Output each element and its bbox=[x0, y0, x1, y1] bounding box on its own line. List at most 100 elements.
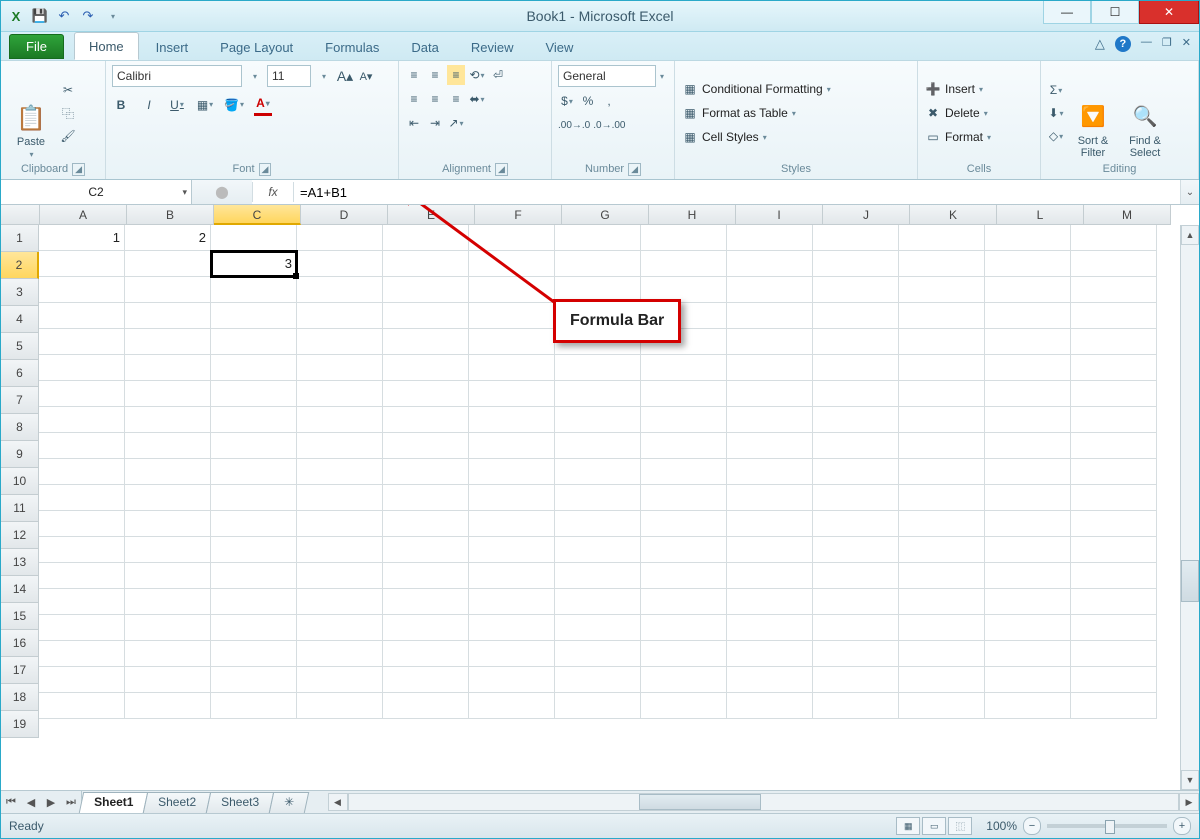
view-normal-icon[interactable]: ▦ bbox=[896, 817, 920, 835]
cell-D4[interactable] bbox=[297, 303, 383, 329]
cell-D16[interactable] bbox=[297, 615, 383, 641]
row-header-1[interactable]: 1 bbox=[1, 225, 39, 252]
cell-F13[interactable] bbox=[469, 537, 555, 563]
zoom-slider[interactable] bbox=[1047, 824, 1167, 828]
cell-B14[interactable] bbox=[125, 563, 211, 589]
cell-H6[interactable] bbox=[641, 355, 727, 381]
cell-I4[interactable] bbox=[727, 303, 813, 329]
cell-J8[interactable] bbox=[813, 407, 899, 433]
cell-L7[interactable] bbox=[985, 381, 1071, 407]
cell-F5[interactable] bbox=[469, 329, 555, 355]
sort-filter-button[interactable]: 🔽 Sort & Filter bbox=[1069, 65, 1117, 161]
cell-E11[interactable] bbox=[383, 485, 469, 511]
cell-E9[interactable] bbox=[383, 433, 469, 459]
cell-C19[interactable] bbox=[211, 693, 297, 719]
cell-K4[interactable] bbox=[899, 303, 985, 329]
cell-J6[interactable] bbox=[813, 355, 899, 381]
cell-G18[interactable] bbox=[555, 667, 641, 693]
cell-H12[interactable] bbox=[641, 511, 727, 537]
sheet-tab-sheet2[interactable]: Sheet2 bbox=[143, 792, 212, 813]
cell-E13[interactable] bbox=[383, 537, 469, 563]
cell-H13[interactable] bbox=[641, 537, 727, 563]
align-left-icon[interactable]: ≡ bbox=[405, 89, 423, 109]
cell-J12[interactable] bbox=[813, 511, 899, 537]
cell-I14[interactable] bbox=[727, 563, 813, 589]
cell-L4[interactable] bbox=[985, 303, 1071, 329]
row-header-16[interactable]: 16 bbox=[1, 630, 39, 657]
qat-customize-icon[interactable]: ▾ bbox=[104, 7, 122, 25]
cell-H15[interactable] bbox=[641, 589, 727, 615]
scroll-down-icon[interactable]: ▼ bbox=[1181, 770, 1199, 790]
decrease-decimal-icon[interactable]: .0→.00 bbox=[593, 115, 625, 135]
cell-I10[interactable] bbox=[727, 459, 813, 485]
row-header-7[interactable]: 7 bbox=[1, 387, 39, 414]
cell-J1[interactable] bbox=[813, 225, 899, 251]
cell-F10[interactable] bbox=[469, 459, 555, 485]
formula-bar-expand-icon[interactable]: ⌄ bbox=[1180, 180, 1199, 204]
cell-I11[interactable] bbox=[727, 485, 813, 511]
cell-C9[interactable] bbox=[211, 433, 297, 459]
cell-C18[interactable] bbox=[211, 667, 297, 693]
name-box[interactable]: C2 ▾ bbox=[1, 180, 192, 204]
cell-K7[interactable] bbox=[899, 381, 985, 407]
cell-F12[interactable] bbox=[469, 511, 555, 537]
cell-A3[interactable] bbox=[39, 277, 125, 303]
cell-L2[interactable] bbox=[985, 251, 1071, 277]
cell-C2[interactable]: 3 bbox=[211, 251, 297, 277]
cell-H10[interactable] bbox=[641, 459, 727, 485]
cell-D7[interactable] bbox=[297, 381, 383, 407]
font-color-icon[interactable]: A▾ bbox=[254, 93, 272, 116]
cell-C16[interactable] bbox=[211, 615, 297, 641]
cell-B11[interactable] bbox=[125, 485, 211, 511]
cell-F1[interactable] bbox=[469, 225, 555, 251]
tab-insert[interactable]: Insert bbox=[141, 33, 204, 60]
new-sheet-button[interactable]: ✳ bbox=[269, 792, 310, 813]
cell-A14[interactable] bbox=[39, 563, 125, 589]
cell-D12[interactable] bbox=[297, 511, 383, 537]
column-header-G[interactable]: G bbox=[562, 205, 649, 225]
cell-D6[interactable] bbox=[297, 355, 383, 381]
italic-button[interactable]: I bbox=[140, 95, 158, 115]
workbook-close-icon[interactable]: ✕ bbox=[1182, 36, 1191, 52]
cell-C14[interactable] bbox=[211, 563, 297, 589]
column-header-K[interactable]: K bbox=[910, 205, 997, 225]
cell-E8[interactable] bbox=[383, 407, 469, 433]
cell-M4[interactable] bbox=[1071, 303, 1157, 329]
minimize-button[interactable]: — bbox=[1043, 1, 1091, 24]
cell-J3[interactable] bbox=[813, 277, 899, 303]
cell-L12[interactable] bbox=[985, 511, 1071, 537]
sheet-nav-next-icon[interactable]: ▶ bbox=[41, 796, 61, 809]
cell-H16[interactable] bbox=[641, 615, 727, 641]
increase-decimal-icon[interactable]: .00→.0 bbox=[558, 115, 590, 135]
cell-K5[interactable] bbox=[899, 329, 985, 355]
cell-G11[interactable] bbox=[555, 485, 641, 511]
cell-I5[interactable] bbox=[727, 329, 813, 355]
cell-H7[interactable] bbox=[641, 381, 727, 407]
cell-G10[interactable] bbox=[555, 459, 641, 485]
alignment-dialog-icon[interactable]: ◢ bbox=[495, 163, 508, 176]
cell-B16[interactable] bbox=[125, 615, 211, 641]
cell-M1[interactable] bbox=[1071, 225, 1157, 251]
cell-M16[interactable] bbox=[1071, 615, 1157, 641]
font-size-dropdown-icon[interactable]: ▾ bbox=[315, 66, 333, 86]
name-box-dropdown-icon[interactable]: ▾ bbox=[182, 187, 187, 198]
cell-D3[interactable] bbox=[297, 277, 383, 303]
font-dialog-icon[interactable]: ◢ bbox=[259, 163, 272, 176]
row-header-18[interactable]: 18 bbox=[1, 684, 39, 711]
cell-E5[interactable] bbox=[383, 329, 469, 355]
cell-A16[interactable] bbox=[39, 615, 125, 641]
cell-B7[interactable] bbox=[125, 381, 211, 407]
scroll-up-icon[interactable]: ▲ bbox=[1181, 225, 1199, 245]
cell-C15[interactable] bbox=[211, 589, 297, 615]
cell-D14[interactable] bbox=[297, 563, 383, 589]
row-header-5[interactable]: 5 bbox=[1, 333, 39, 360]
cell-L9[interactable] bbox=[985, 433, 1071, 459]
cell-K8[interactable] bbox=[899, 407, 985, 433]
row-header-9[interactable]: 9 bbox=[1, 441, 39, 468]
cell-L6[interactable] bbox=[985, 355, 1071, 381]
column-header-F[interactable]: F bbox=[475, 205, 562, 225]
cell-I1[interactable] bbox=[727, 225, 813, 251]
cell-B17[interactable] bbox=[125, 641, 211, 667]
cell-F14[interactable] bbox=[469, 563, 555, 589]
cell-F3[interactable] bbox=[469, 277, 555, 303]
